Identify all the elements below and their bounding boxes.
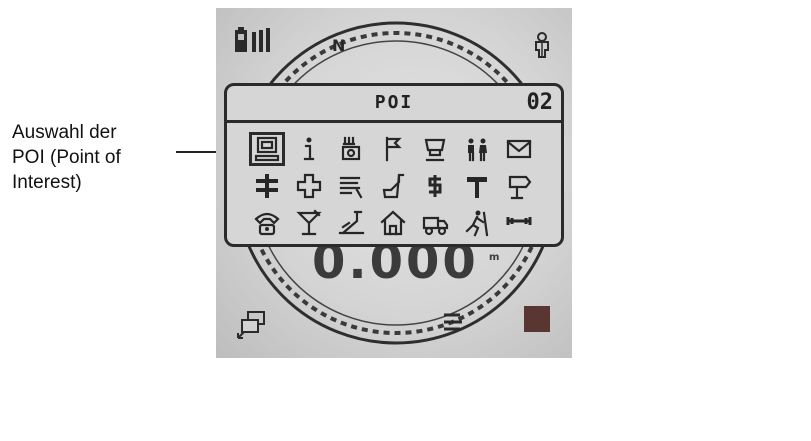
phone-icon[interactable]	[249, 206, 285, 240]
poi-dialog-header: POI 02	[227, 86, 561, 123]
pool-icon[interactable]	[333, 206, 369, 240]
cocktail-icon[interactable]	[291, 206, 327, 240]
annotation-label: Auswahl der POI (Point of Interest)	[12, 122, 121, 193]
bed-icon[interactable]	[333, 169, 369, 203]
crossroads-icon[interactable]	[249, 169, 285, 203]
poi-dialog-title: POI	[374, 92, 414, 113]
menu-icon[interactable]	[442, 312, 464, 334]
info-icon[interactable]	[291, 132, 327, 166]
flag-icon[interactable]	[375, 132, 411, 166]
person-icon	[535, 32, 549, 58]
page-swap-icon[interactable]	[236, 308, 270, 340]
restaurant-icon[interactable]	[333, 132, 369, 166]
mail-icon[interactable]	[501, 132, 537, 166]
first-aid-icon[interactable]	[291, 169, 327, 203]
signpost-icon[interactable]	[501, 169, 537, 203]
poi-page-number: 02	[526, 90, 554, 115]
water-icon[interactable]	[375, 169, 411, 203]
hammer-icon[interactable]	[459, 169, 495, 203]
poi-icon-grid	[249, 132, 549, 242]
device-lcd-screen: N 0.000 m POI 02	[216, 8, 572, 358]
shop-icon[interactable]	[417, 132, 453, 166]
house-icon[interactable]	[375, 206, 411, 240]
dollar-icon[interactable]	[417, 169, 453, 203]
poi-selection-dialog: POI 02	[224, 83, 564, 247]
wrench-icon[interactable]	[501, 206, 537, 240]
toilet-icon[interactable]	[459, 132, 495, 166]
distance-unit: m	[489, 252, 500, 263]
computer-icon[interactable]	[249, 132, 285, 166]
battery-icon	[235, 27, 270, 52]
compass-north-label: N	[332, 36, 346, 55]
stop-button[interactable]	[524, 306, 550, 332]
car-icon[interactable]	[417, 206, 453, 240]
hiking-icon[interactable]	[459, 206, 495, 240]
